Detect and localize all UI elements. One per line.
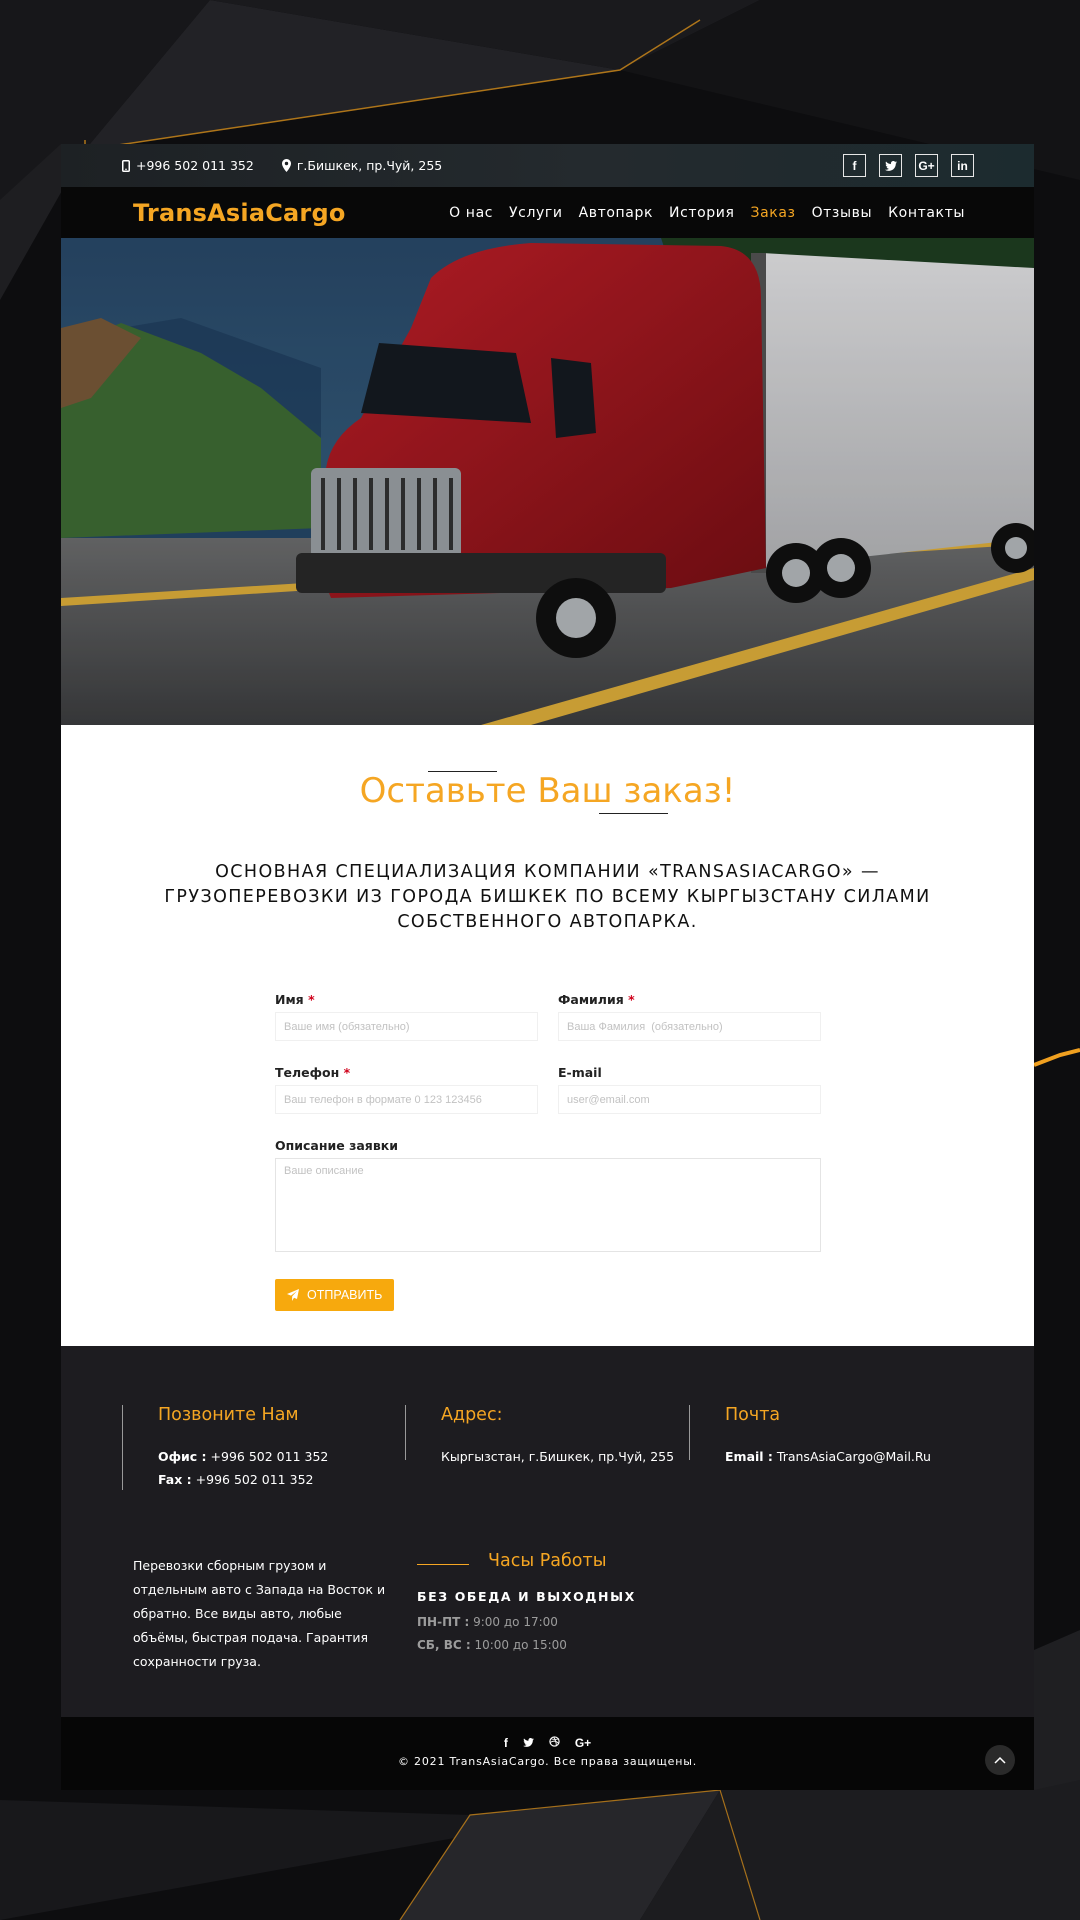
order-section: Оставьте Ваш заказ! ОСНОВНАЯ СПЕЦИАЛИЗАЦ… bbox=[61, 725, 1034, 1346]
weekend-hours: СБ, ВС : 10:00 до 15:00 bbox=[417, 1638, 567, 1652]
office-phone: Офис : +996 502 011 352 bbox=[158, 1449, 329, 1464]
google-plus-icon[interactable]: G+ bbox=[575, 1736, 591, 1750]
address-contact: г.Бишкек, пр.Чуй, 255 bbox=[281, 158, 443, 173]
page-container: +996 502 011 352 г.Бишкек, пр.Чуй, 255 f… bbox=[61, 144, 1034, 1790]
working-hours: Часы Работы БЕЗ ОБЕДА И ВЫХОДНЫХ ПН-ПТ :… bbox=[417, 1551, 636, 1651]
copyright-text: © 2021 TransAsiaCargo. Все права защищен… bbox=[397, 1755, 698, 1768]
phone-number: +996 502 011 352 bbox=[136, 158, 254, 173]
description-field-group: Описание заявки bbox=[275, 1138, 821, 1256]
order-title: Оставьте Ваш заказ! bbox=[359, 771, 736, 811]
weekday-hours: ПН-ПТ : 9:00 до 17:00 bbox=[417, 1615, 558, 1629]
hero-truck-image bbox=[61, 238, 1034, 725]
hours-title: Часы Работы bbox=[488, 1551, 607, 1571]
truck-illustration bbox=[61, 238, 1034, 725]
phone-label: Телефон * bbox=[275, 1065, 351, 1080]
title-decoration-line bbox=[599, 813, 668, 814]
address-value: Кыргызстан, г.Бишкек, пр.Чуй, 255 bbox=[441, 1449, 675, 1464]
google-plus-icon[interactable]: G+ bbox=[915, 154, 938, 177]
phone-input[interactable] bbox=[275, 1085, 538, 1114]
site-footer: Позвоните Нам Офис : +996 502 011 352 Fa… bbox=[61, 1346, 1034, 1720]
paper-plane-icon bbox=[287, 1289, 299, 1301]
footer-mail-column: Почта Email : TransAsiaCargo@Mail.Ru bbox=[689, 1405, 931, 1468]
dribbble-icon[interactable] bbox=[549, 1736, 560, 1750]
twitter-icon[interactable] bbox=[522, 1736, 534, 1750]
menu-item-order[interactable]: Заказ bbox=[751, 205, 796, 221]
twitter-icon[interactable] bbox=[879, 154, 902, 177]
menu-item-services[interactable]: Услуги bbox=[509, 205, 563, 221]
top-contact-bar: +996 502 011 352 г.Бишкек, пр.Чуй, 255 f… bbox=[61, 144, 1034, 187]
address-title: Адрес: bbox=[441, 1405, 503, 1425]
menu-item-contacts[interactable]: Контакты bbox=[888, 205, 965, 221]
mail-value[interactable]: Email : TransAsiaCargo@Mail.Ru bbox=[725, 1445, 931, 1468]
menu-item-reviews[interactable]: Отзывы bbox=[812, 205, 873, 221]
main-menu: О нас Услуги Автопарк История Заказ Отзы… bbox=[449, 205, 965, 221]
column-divider bbox=[405, 1405, 406, 1460]
column-divider bbox=[122, 1405, 123, 1490]
last-name-input[interactable] bbox=[558, 1012, 821, 1041]
footer-call-column: Позвоните Нам Офис : +996 502 011 352 Fa… bbox=[122, 1405, 328, 1491]
bottom-social-links: f G+ bbox=[61, 1736, 1034, 1750]
menu-item-fleet[interactable]: Автопарк bbox=[579, 205, 653, 221]
first-name-field-group: Имя * bbox=[275, 992, 538, 1041]
fax-phone: Fax : +996 502 011 352 bbox=[158, 1472, 314, 1487]
phone-field-group: Телефон * bbox=[275, 1065, 538, 1114]
submit-order-button[interactable]: ОТПРАВИТЬ bbox=[275, 1279, 395, 1311]
mail-title: Почта bbox=[725, 1405, 781, 1425]
last-name-label: Фамилия * bbox=[558, 992, 635, 1007]
company-about-text: Перевозки сборным грузом и отдельным авт… bbox=[133, 1558, 386, 1669]
linkedin-icon[interactable]: in bbox=[951, 154, 974, 177]
order-lead-text: ОСНОВНАЯ СПЕЦИАЛИЗАЦИЯ КОМПАНИИ «TRANSAS… bbox=[164, 862, 931, 932]
first-name-input[interactable] bbox=[275, 1012, 538, 1041]
description-textarea[interactable] bbox=[275, 1158, 821, 1252]
facebook-icon[interactable]: f bbox=[843, 154, 866, 177]
chevron-up-icon bbox=[994, 1756, 1006, 1764]
facebook-icon[interactable]: f bbox=[504, 1736, 508, 1750]
hours-subtitle: БЕЗ ОБЕДА И ВЫХОДНЫХ bbox=[417, 1589, 636, 1604]
email-label: E-mail bbox=[558, 1065, 602, 1080]
email-input[interactable] bbox=[558, 1085, 821, 1114]
scroll-to-top-button[interactable] bbox=[985, 1745, 1015, 1775]
footer-address-column: Адрес: Кыргызстан, г.Бишкек, пр.Чуй, 255 bbox=[405, 1405, 674, 1468]
description-label: Описание заявки bbox=[275, 1138, 398, 1153]
social-links: f G+ in bbox=[843, 154, 974, 177]
column-divider bbox=[689, 1405, 690, 1460]
last-name-field-group: Фамилия * bbox=[558, 992, 821, 1041]
mobile-phone-icon bbox=[122, 159, 130, 172]
map-marker-icon bbox=[281, 159, 291, 172]
phone-contact[interactable]: +996 502 011 352 bbox=[122, 158, 254, 173]
main-navbar: TransAsiaCargo О нас Услуги Автопарк Ист… bbox=[61, 187, 1034, 238]
address-text: г.Бишкек, пр.Чуй, 255 bbox=[296, 158, 443, 173]
site-logo[interactable]: TransAsiaCargo bbox=[133, 199, 346, 227]
call-title: Позвоните Нам bbox=[158, 1405, 299, 1425]
submit-label: ОТПРАВИТЬ bbox=[307, 1288, 383, 1302]
menu-item-history[interactable]: История bbox=[669, 205, 735, 221]
menu-item-about[interactable]: О нас bbox=[449, 205, 493, 221]
email-field-group: E-mail bbox=[558, 1065, 821, 1114]
hours-decoration-line bbox=[417, 1564, 469, 1565]
bottom-bar: f G+ © 2021 TransAsiaCargo. Все права за… bbox=[61, 1717, 1034, 1790]
first-name-label: Имя * bbox=[275, 992, 315, 1007]
order-form: Имя * Фамилия * Телефон * E-mail bbox=[275, 992, 821, 1311]
